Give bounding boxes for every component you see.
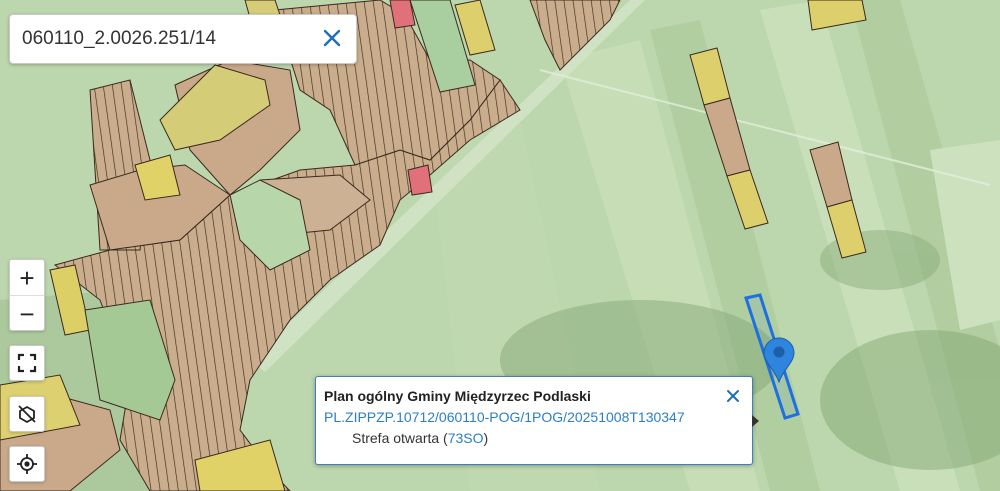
info-popup: Plan ogólny Gminy Międzyrzec Podlaski PL… — [315, 376, 753, 465]
crosshair-icon — [17, 454, 37, 474]
parcel-search[interactable] — [9, 14, 357, 64]
zoom-in-button[interactable]: + — [10, 260, 44, 296]
close-icon[interactable] — [320, 26, 344, 50]
zone-red-2[interactable] — [407, 164, 433, 196]
zone-prefix: Strefa otwarta ( — [352, 430, 448, 446]
close-icon[interactable] — [725, 388, 741, 404]
zoom-controls: + − — [9, 259, 45, 331]
layer-off-icon — [18, 405, 36, 424]
plan-link[interactable]: PL.ZIPPZP.10712/060110-POG/1POG/20251008… — [324, 409, 685, 425]
zoom-out-button[interactable]: − — [10, 296, 44, 331]
parcel-search-input[interactable] — [10, 15, 310, 63]
zone-suffix: ) — [483, 430, 489, 446]
fullscreen-icon — [17, 353, 37, 373]
zone-code-link[interactable]: 73SO — [448, 430, 484, 446]
fullscreen-button[interactable] — [9, 345, 45, 381]
toggle-layers-button[interactable] — [9, 396, 45, 432]
popup-title: Plan ogólny Gminy Międzyrzec Podlaski — [324, 388, 591, 404]
locate-button[interactable] — [9, 446, 45, 482]
popup-pointer — [752, 415, 759, 427]
zone-description: Strefa otwarta (73SO) — [352, 430, 488, 446]
zone-red-1[interactable] — [389, 0, 416, 29]
